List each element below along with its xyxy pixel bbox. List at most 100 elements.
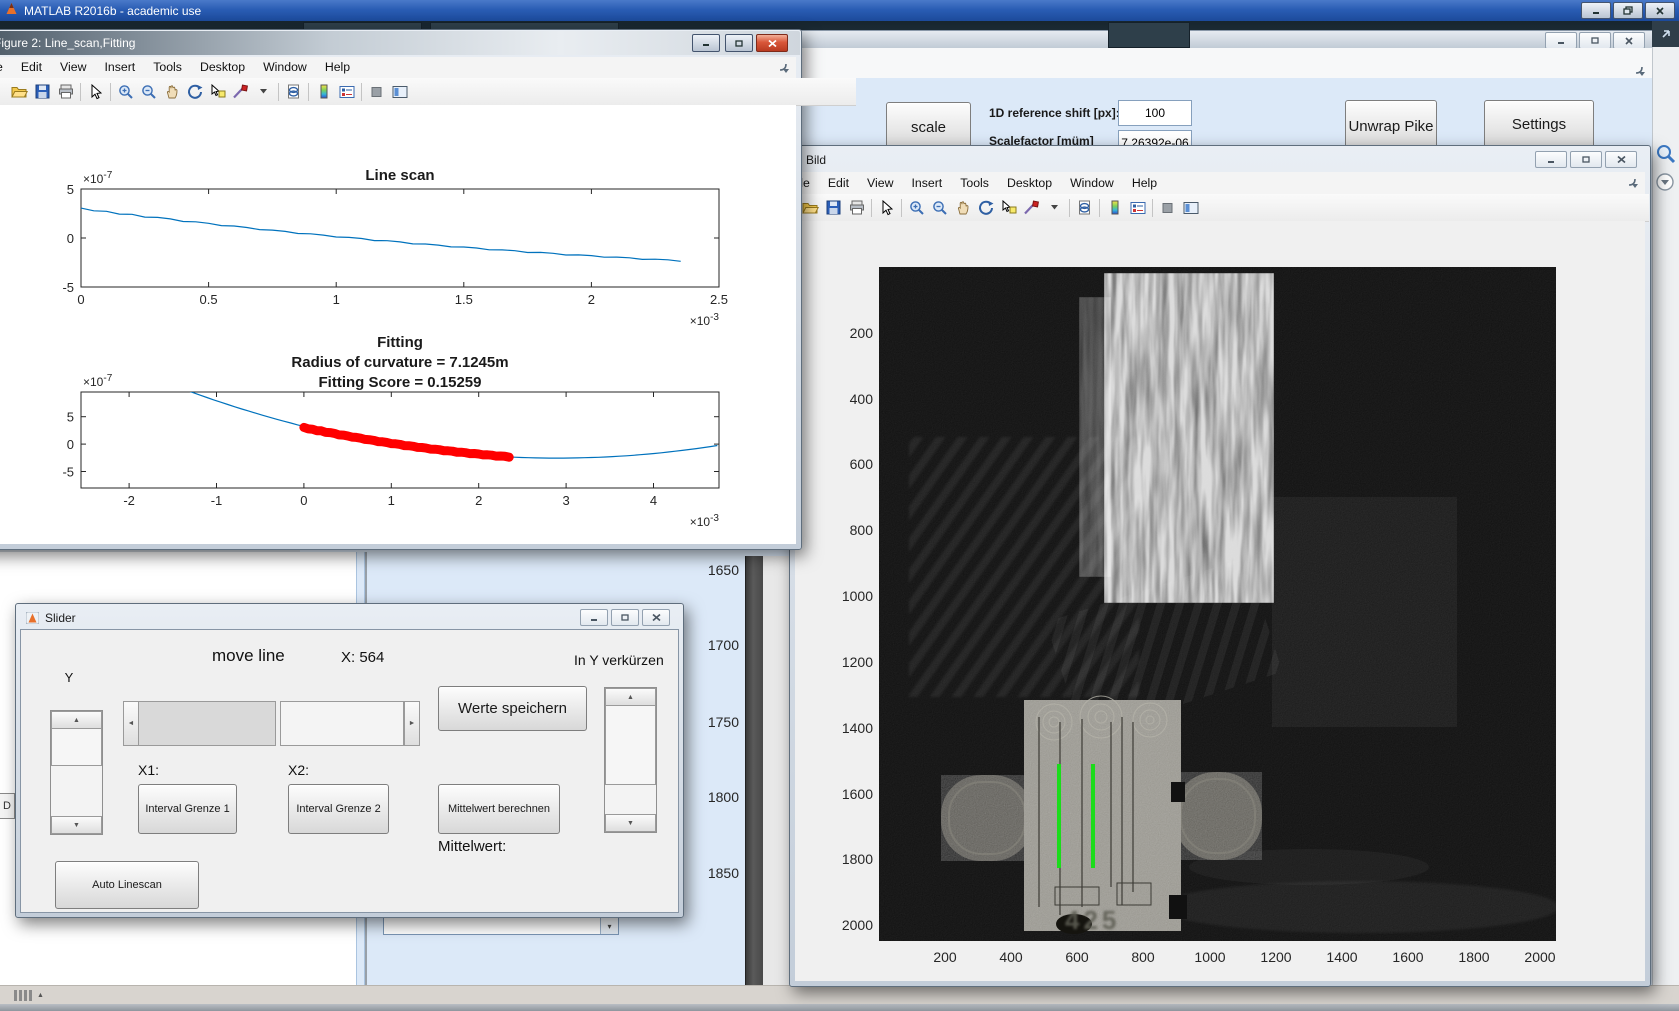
menu-overflow-icon[interactable]: [778, 61, 791, 79]
menu-item[interactable]: Tools: [144, 57, 191, 78]
interval-limit1-button[interactable]: Interval Grenze 1: [138, 784, 237, 834]
link-plots-icon[interactable]: [282, 81, 305, 102]
close-button[interactable]: [756, 34, 788, 52]
menu-item[interactable]: Insert: [95, 57, 144, 78]
caret-down-icon[interactable]: [252, 81, 275, 102]
right-arrow-button[interactable]: ►: [404, 701, 420, 746]
menu-item[interactable]: Window: [254, 57, 316, 78]
interval-limit2-button[interactable]: Interval Grenze 2: [288, 784, 389, 834]
minimize-button[interactable]: [692, 34, 720, 52]
left-arrow-button[interactable]: ◄: [123, 701, 139, 746]
y-slider-left[interactable]: ▲ ▼: [50, 710, 103, 835]
menu-item[interactable]: File: [0, 57, 12, 78]
background-dropdown[interactable]: ▾: [383, 917, 619, 935]
minimize-button[interactable]: [580, 609, 608, 626]
toolbar-separator: [110, 83, 111, 101]
hide-plottools-icon[interactable]: [365, 81, 388, 102]
maximize-button[interactable]: [1570, 151, 1602, 168]
rotate-3d-icon[interactable]: [183, 81, 206, 102]
open-folder-icon[interactable]: [8, 81, 31, 102]
chevron-down-icon[interactable]: ▾: [600, 918, 618, 934]
maximize-button[interactable]: [725, 34, 753, 52]
close-button[interactable]: [642, 609, 670, 626]
down-arrow-button[interactable]: ▼: [51, 816, 102, 834]
maximize-button[interactable]: [611, 609, 639, 626]
zoom-out-icon[interactable]: [928, 197, 951, 218]
open-folder-icon[interactable]: [799, 197, 822, 218]
auto-linescan-button[interactable]: Auto Linescan: [55, 861, 199, 909]
menu-overflow-icon[interactable]: [1627, 176, 1640, 194]
maximize-button[interactable]: [1579, 32, 1611, 49]
menu-item[interactable]: Desktop: [191, 57, 254, 78]
link-plots-icon[interactable]: [1073, 197, 1096, 218]
show-plottools-icon[interactable]: [388, 81, 411, 102]
menu-item[interactable]: Insert: [902, 173, 951, 194]
pan-hand-icon[interactable]: [160, 81, 183, 102]
zoom-in-icon[interactable]: [114, 81, 137, 102]
minimize-button[interactable]: [1535, 151, 1567, 168]
print-icon[interactable]: [845, 197, 868, 218]
save-icon[interactable]: [31, 81, 54, 102]
menu-item[interactable]: View: [858, 173, 902, 194]
maximize-button[interactable]: [1613, 2, 1643, 19]
menu-item[interactable]: Window: [1061, 173, 1123, 194]
zoom-out-icon[interactable]: [137, 81, 160, 102]
up-arrow-button[interactable]: ▲: [51, 711, 102, 729]
close-button[interactable]: [1605, 151, 1637, 168]
slider-thumb[interactable]: [51, 728, 102, 766]
show-plottools-icon[interactable]: [1179, 197, 1202, 218]
slider-thumb[interactable]: [280, 701, 404, 746]
down-arrow-button[interactable]: ▼: [605, 814, 656, 832]
minimize-button[interactable]: [1581, 2, 1611, 19]
zoom-in-icon[interactable]: [905, 197, 928, 218]
desktop: MATLAB R2016b - academic use scale 1D re…: [0, 0, 1679, 1011]
pan-hand-icon[interactable]: [951, 197, 974, 218]
close-button[interactable]: [1613, 32, 1645, 49]
caret-down-icon[interactable]: [1043, 197, 1066, 218]
menu-item[interactable]: Desktop: [998, 173, 1061, 194]
brush-icon[interactable]: [229, 81, 252, 102]
settings-button[interactable]: Settings: [1484, 100, 1594, 149]
print-icon[interactable]: [54, 81, 77, 102]
menu-item[interactable]: Help: [316, 57, 359, 78]
y-slider-right[interactable]: ▲ ▼: [604, 687, 657, 833]
measurement-line-right[interactable]: [1091, 764, 1095, 868]
hide-plottools-icon[interactable]: [1156, 197, 1179, 218]
up-arrow-button[interactable]: ▲: [605, 688, 656, 706]
menu-item[interactable]: Tools: [951, 173, 998, 194]
svg-text:0: 0: [67, 437, 74, 452]
calc-mean-button[interactable]: Mittelwert berechnen: [438, 784, 560, 834]
data-cursor-icon[interactable]: [997, 197, 1020, 218]
ref-shift-input[interactable]: [1118, 100, 1192, 126]
pin-arrow-icon[interactable]: [1652, 21, 1679, 47]
menu-item[interactable]: Edit: [12, 57, 51, 78]
brush-icon[interactable]: [1020, 197, 1043, 218]
move-line-slider[interactable]: ◄ ►: [123, 701, 420, 746]
measurement-line-left[interactable]: [1057, 764, 1061, 868]
menu-item[interactable]: Help: [1123, 173, 1166, 194]
y-tick-label: 600: [825, 456, 873, 472]
menu-item[interactable]: Edit: [819, 173, 858, 194]
close-button[interactable]: [1645, 2, 1675, 19]
colorbar-icon[interactable]: [312, 81, 335, 102]
pointer-icon[interactable]: [84, 81, 107, 102]
gui-window-buttons: [1545, 32, 1645, 49]
menu-item[interactable]: View: [51, 57, 95, 78]
status-grip-icon[interactable]: ▲: [14, 988, 66, 1002]
matlab-titlebar: MATLAB R2016b - academic use: [0, 0, 1679, 21]
minimize-button[interactable]: [1545, 32, 1577, 49]
save-icon[interactable]: [822, 197, 845, 218]
slider-thumb[interactable]: [605, 705, 656, 785]
rotate-3d-icon[interactable]: [974, 197, 997, 218]
colorbar-icon[interactable]: [1103, 197, 1126, 218]
expand-circle-icon[interactable]: [1655, 172, 1675, 197]
slider-track[interactable]: [139, 701, 276, 746]
data-cursor-icon[interactable]: [206, 81, 229, 102]
pointer-icon[interactable]: [875, 197, 898, 218]
dock-tab[interactable]: D: [0, 793, 15, 819]
search-icon[interactable]: [1655, 143, 1676, 170]
background-scrollbar[interactable]: [745, 556, 764, 985]
legend-icon[interactable]: [1126, 197, 1149, 218]
legend-icon[interactable]: [335, 81, 358, 102]
save-values-button[interactable]: Werte speichern: [438, 686, 587, 731]
